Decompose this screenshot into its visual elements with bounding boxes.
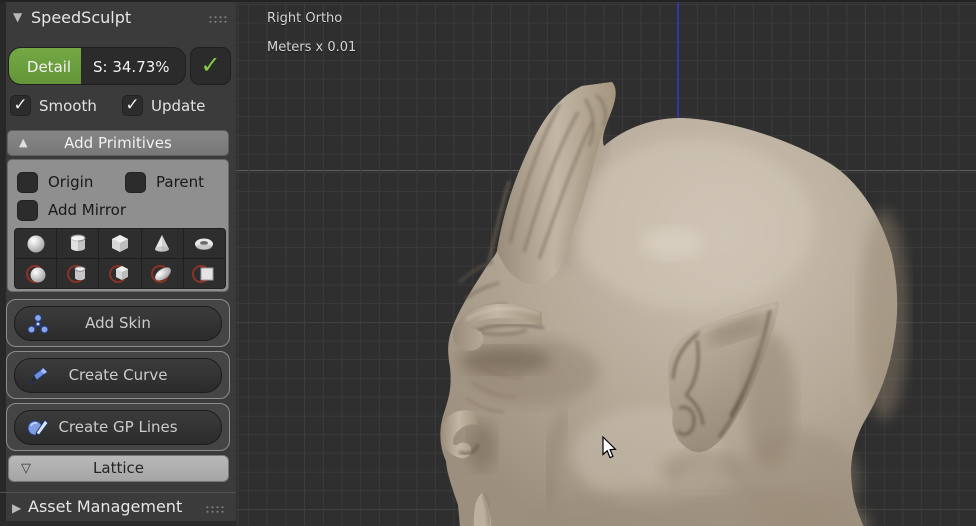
- primitive-cone-button[interactable]: [141, 229, 183, 258]
- primitive-mirror-cube-button[interactable]: [99, 259, 141, 288]
- panel-bottom-edge: [0, 521, 236, 526]
- add-primitives-title: Add Primitives: [64, 134, 172, 152]
- lattice-triangle-icon: ▽: [21, 461, 31, 476]
- drag-handle-icon[interactable]: [205, 505, 226, 514]
- primitive-mirror-sphere-button[interactable]: [15, 259, 57, 288]
- primitive-mirror-cylinder-button[interactable]: [57, 259, 99, 288]
- origin-checkbox[interactable]: [17, 172, 38, 193]
- smooth-checkbox[interactable]: ✓: [10, 95, 31, 116]
- speedsculpt-panel: ▼ SpeedSculpt Detail S: 34.73% ✓ ✓ Smoot…: [0, 0, 236, 526]
- primitive-mirror-ellipsoid-button[interactable]: [141, 259, 183, 288]
- detail-slider[interactable]: Detail S: 34.73%: [8, 47, 186, 85]
- add-primitives-box: Origin Parent Add Mirror: [7, 159, 229, 292]
- mirror-ellipsoid-icon: [151, 264, 172, 283]
- cylinder-icon: [70, 234, 86, 251]
- window-edge: [0, 0, 6, 526]
- add-skin-group: Add Skin: [6, 299, 230, 347]
- parent-checkbox[interactable]: [125, 172, 146, 193]
- sphere-icon: [27, 235, 45, 252]
- panel-separator: [0, 492, 236, 493]
- panel-title: SpeedSculpt: [31, 8, 132, 27]
- lattice-header[interactable]: ▽ Lattice: [8, 455, 229, 482]
- add-primitives-header[interactable]: ▲ Add Primitives: [7, 130, 229, 156]
- detail-slider-value: S: 34.73%: [93, 58, 170, 76]
- update-label: Update: [151, 97, 206, 115]
- asset-management-title: Asset Management: [28, 497, 183, 516]
- origin-label: Origin: [48, 173, 94, 191]
- asset-management-header[interactable]: ▶ Asset Management: [0, 497, 236, 521]
- primitive-torus-button[interactable]: [183, 229, 225, 258]
- mirror-plane-icon: [192, 264, 214, 283]
- create-gp-lines-label: Create GP Lines: [58, 418, 178, 436]
- cube-icon: [111, 234, 128, 252]
- collapsed-triangle-icon: ▶: [12, 501, 22, 515]
- sculpted-head-model: [440, 82, 908, 526]
- window-top-edge: [0, 0, 976, 2]
- collapse-triangle-icon[interactable]: ▼: [13, 10, 22, 24]
- create-curve-label: Create Curve: [68, 366, 168, 384]
- checkmark-icon: ✓: [200, 51, 221, 79]
- create-curve-group: Create Curve: [6, 351, 230, 399]
- pen-curve-icon: [28, 367, 48, 386]
- parent-label: Parent: [156, 173, 205, 191]
- detail-slider-label: Detail: [26, 58, 72, 76]
- app-window: Right Ortho Meters x 0.01 ▼ SpeedSculpt …: [0, 0, 976, 526]
- primitive-sphere-button[interactable]: [15, 229, 57, 258]
- mirror-sphere-icon: [25, 264, 46, 283]
- 3d-viewport[interactable]: Right Ortho Meters x 0.01: [236, 0, 976, 526]
- expand-triangle-icon: ▲: [19, 136, 28, 149]
- torus-icon: [195, 238, 214, 250]
- grease-pencil-icon: [27, 419, 49, 436]
- create-gp-lines-group: Create GP Lines: [6, 403, 230, 451]
- create-gp-lines-button[interactable]: Create GP Lines: [14, 410, 222, 445]
- primitive-grid: [14, 228, 226, 289]
- create-curve-button[interactable]: Create Curve: [14, 358, 222, 393]
- add-skin-button[interactable]: Add Skin: [14, 306, 222, 341]
- apply-detail-button[interactable]: ✓: [190, 47, 231, 85]
- drag-handle-icon[interactable]: [208, 15, 229, 24]
- update-checkbox[interactable]: ✓: [122, 95, 143, 116]
- add-mirror-label: Add Mirror: [48, 201, 127, 219]
- mirror-cube-icon: [108, 264, 128, 283]
- smooth-update-row: ✓ Smooth ✓ Update: [0, 95, 236, 119]
- smooth-label: Smooth: [39, 97, 97, 115]
- mirror-cylinder-icon: [66, 264, 86, 283]
- cone-icon: [155, 234, 170, 252]
- lattice-label: Lattice: [93, 459, 144, 477]
- panel-header[interactable]: ▼ SpeedSculpt: [7, 6, 233, 32]
- primitive-cube-button[interactable]: [99, 229, 141, 258]
- primitive-mirror-plane-button[interactable]: [183, 259, 225, 288]
- primitive-cylinder-button[interactable]: [57, 229, 99, 258]
- add-skin-label: Add Skin: [85, 314, 151, 332]
- add-mirror-checkbox[interactable]: [17, 200, 38, 221]
- skin-modifier-icon: [27, 314, 49, 334]
